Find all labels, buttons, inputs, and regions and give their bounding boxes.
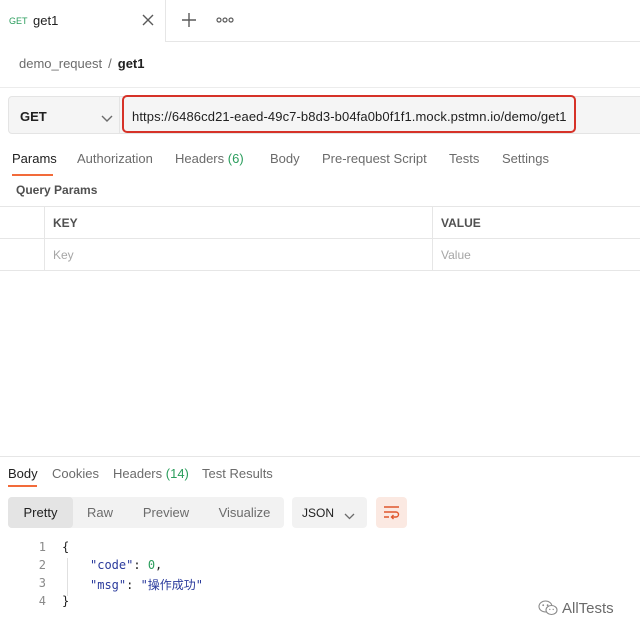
code-line-2: "code": 0,	[90, 558, 162, 572]
response-tab-cookies[interactable]: Cookies	[52, 466, 99, 481]
breadcrumb-collection[interactable]: demo_request	[19, 56, 102, 71]
value-placeholder: Value	[441, 248, 471, 262]
wechat-icon	[538, 600, 558, 616]
response-tab-headers[interactable]: Headers (14)	[113, 466, 189, 481]
json-comma: ,	[155, 558, 163, 572]
json-value-msg: "操作成功"	[140, 578, 204, 592]
url-highlight-box	[122, 95, 576, 133]
plus-icon[interactable]	[180, 11, 198, 29]
method-label: GET	[20, 109, 47, 124]
json-key-code: "code"	[90, 558, 134, 572]
response-tab-headers-label: Headers	[113, 466, 163, 481]
request-tab-get1[interactable]: GET get1	[0, 0, 166, 42]
value-header: VALUE	[441, 216, 481, 230]
query-params-table: KEY VALUE Key Value	[0, 206, 640, 271]
chevron-down-icon	[344, 508, 355, 520]
key-column-header: KEY	[44, 207, 432, 239]
response-tab-body[interactable]: Body	[8, 466, 38, 481]
breadcrumb: demo_request / get1	[19, 56, 144, 71]
watermark-text: AllTests	[562, 600, 614, 617]
tab-tests[interactable]: Tests	[449, 151, 479, 166]
tab-method: GET	[9, 16, 28, 26]
query-params-empty-row: Key Value	[0, 239, 640, 271]
key-header: KEY	[53, 216, 78, 230]
code-line-1: {	[62, 540, 70, 554]
json-colon: :	[126, 578, 141, 592]
breadcrumb-separator: /	[108, 56, 112, 71]
request-tabs: Params Authorization Headers (6) Body Pr…	[0, 146, 640, 174]
method-select[interactable]: GET	[8, 96, 120, 134]
line-number: 3	[38, 576, 46, 590]
indent-guide	[67, 558, 68, 596]
response-tab-test-results[interactable]: Test Results	[202, 466, 273, 481]
tab-settings[interactable]: Settings	[502, 151, 549, 166]
json-key-msg: "msg"	[90, 578, 127, 592]
close-icon[interactable]	[140, 12, 156, 28]
tab-body[interactable]: Body	[270, 151, 300, 166]
format-select[interactable]: JSON	[292, 497, 367, 528]
view-raw[interactable]: Raw	[73, 497, 127, 528]
tab-headers[interactable]: Headers (6)	[175, 151, 244, 166]
tab-headers-count: (6)	[227, 151, 244, 166]
json-value-code: 0	[147, 558, 156, 572]
format-label: JSON	[302, 506, 335, 520]
view-pretty[interactable]: Pretty	[8, 497, 73, 528]
chevron-down-icon	[101, 111, 113, 122]
wrap-lines-button[interactable]	[376, 497, 407, 528]
tab-name: get1	[33, 13, 59, 28]
wrap-lines-icon	[384, 506, 400, 520]
json-colon: :	[133, 558, 148, 572]
key-field[interactable]: Key	[44, 239, 432, 271]
value-field[interactable]: Value	[432, 239, 640, 271]
query-params-title: Query Params	[16, 183, 98, 197]
response-divider[interactable]	[0, 456, 640, 457]
line-number: 1	[38, 540, 46, 554]
key-placeholder: Key	[53, 248, 74, 262]
breadcrumb-request[interactable]: get1	[118, 56, 145, 71]
active-tab-underline	[12, 174, 53, 176]
more-icon[interactable]	[216, 13, 234, 27]
line-number: 2	[38, 558, 46, 572]
response-active-underline	[8, 485, 37, 487]
view-preview[interactable]: Preview	[127, 497, 205, 528]
tab-pre-request-script[interactable]: Pre-request Script	[322, 151, 427, 166]
response-tabs: Body Cookies Headers (14) Test Results	[0, 462, 640, 486]
request-tab-bar: GET get1	[0, 0, 640, 42]
tab-params[interactable]: Params	[12, 151, 57, 166]
code-line-3: "msg": "操作成功"	[90, 576, 203, 593]
code-line-4: }	[62, 594, 70, 608]
query-params-header-row: KEY VALUE	[0, 207, 640, 239]
value-column-header: VALUE	[432, 207, 640, 239]
tab-authorization[interactable]: Authorization	[77, 151, 153, 166]
view-visualize[interactable]: Visualize	[205, 497, 284, 528]
tab-headers-label: Headers	[175, 151, 225, 166]
view-mode-switch: Pretty Raw Preview Visualize	[8, 497, 284, 528]
response-tab-headers-count: (14)	[165, 466, 189, 481]
divider	[0, 87, 640, 88]
line-number: 4	[38, 594, 46, 608]
